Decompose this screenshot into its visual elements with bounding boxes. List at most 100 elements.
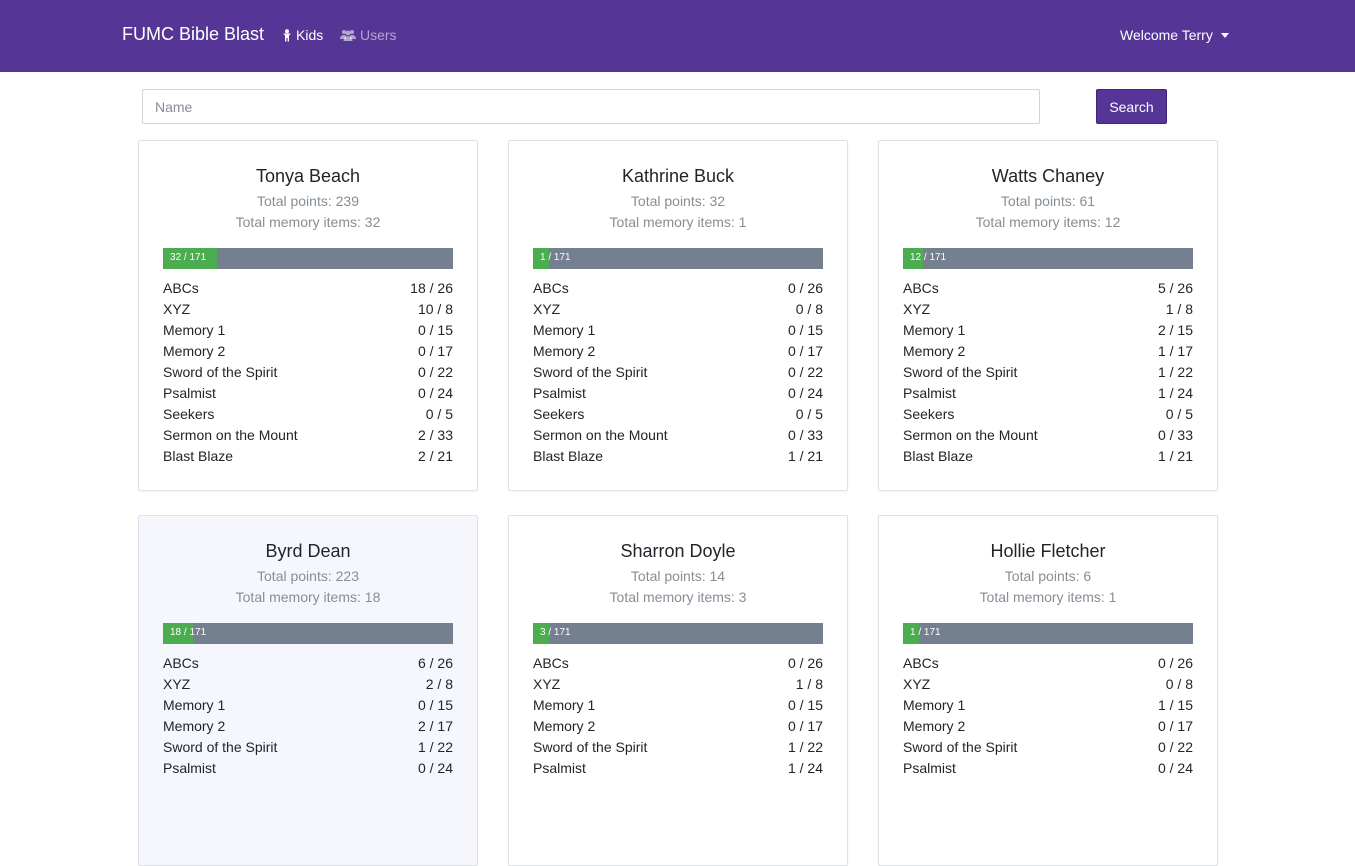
- category-value: 0 / 22: [787, 364, 823, 380]
- user-menu-dropdown[interactable]: Welcome Terry: [1120, 27, 1229, 43]
- total-points: Total points: 32: [630, 193, 726, 209]
- category-name: Psalmist: [533, 760, 586, 776]
- kid-name: Watts Chaney: [991, 166, 1105, 186]
- kid-card[interactable]: Byrd Dean Total points: 223 Total memory i…: [138, 515, 478, 866]
- kid-name: Sharron Doyle: [620, 541, 736, 561]
- progress-label: 3 / 171: [540, 627, 571, 638]
- category-list: ABCs 0 / 26 XYZ 0 / 8 Memory 1 0 / 15 Memory 2…: [533, 280, 823, 469]
- category-value: 0 / 24: [787, 385, 823, 401]
- top-navbar: FUMC Bible Blast Kids Users Welcome Terr…: [0, 0, 1355, 72]
- category-name: Seekers: [903, 406, 955, 422]
- category-row: XYZ 2 / 8: [163, 676, 453, 697]
- category-name: Memory 1: [903, 322, 966, 338]
- progress-label: 32 / 171: [170, 252, 207, 263]
- total-memory-items: Total memory items: 32: [235, 214, 381, 230]
- search-input[interactable]: [142, 89, 1040, 124]
- category-value: 6 / 26: [417, 655, 453, 671]
- nav-kids-label: Kids: [296, 27, 324, 43]
- category-row: Memory 2 1 / 17: [903, 343, 1193, 364]
- category-name: Memory 1: [903, 697, 966, 713]
- nav-users-link[interactable]: Users: [340, 27, 397, 43]
- category-value: 0 / 24: [417, 385, 453, 401]
- category-row: Blast Blaze 2 / 21: [163, 448, 453, 469]
- category-list: ABCs 18 / 26 XYZ 10 / 8 Memory 10 / 15 Memory…: [163, 280, 453, 469]
- kid-name: Hollie Fletcher: [990, 541, 1106, 561]
- category-row: Sword of the Spirit 0 / 22: [163, 364, 453, 385]
- category-value: 0 / 26: [787, 655, 823, 671]
- category-name: Memory 1: [163, 322, 226, 338]
- category-row: Memory 2 0 / 17: [533, 718, 823, 739]
- kid-card[interactable]: Kathrine Buck Total points: 32 Total memor…: [508, 140, 848, 491]
- category-name: Psalmist: [903, 385, 956, 401]
- category-row: Sword of the Spirit 0 / 22: [903, 739, 1193, 760]
- progress-label: 1 / 171: [910, 627, 941, 638]
- category-name: Seekers: [163, 406, 215, 422]
- category-name: ABCs: [163, 655, 199, 671]
- progress-bar: 1 / 171: [903, 623, 1193, 644]
- category-name: Sword of the Spirit: [533, 364, 648, 380]
- kid-card[interactable]: Hollie Fletcher Total points: 6 Total memo…: [878, 515, 1218, 866]
- category-row: Memory 1 0 / 15: [533, 697, 823, 718]
- category-value: 0 / 17: [417, 343, 453, 359]
- category-name: ABCs: [533, 280, 569, 296]
- category-value: 1 / 8: [795, 676, 823, 692]
- category-name: XYZ: [533, 301, 561, 317]
- category-list: ABCs 6 / 26 XYZ 2 / 8 Memory 1 0 / 15 Memory 2…: [163, 655, 453, 781]
- progress-label: 18 / 171: [170, 627, 207, 638]
- progress-bar: 32 / 171: [163, 248, 453, 269]
- total-memory-items: Total memory items: 12: [975, 214, 1121, 230]
- category-row: XYZ 1 / 8: [903, 301, 1193, 322]
- category-row: Psalmist 0 / 24: [903, 760, 1193, 781]
- category-row: XYZ 0 / 8: [903, 676, 1193, 697]
- category-value: 1 / 8: [1165, 301, 1193, 317]
- category-row: Psalmist 1 / 24: [533, 760, 823, 781]
- category-row: Memory 2 2 / 17: [163, 718, 453, 739]
- category-value: 2 / 21: [417, 448, 453, 464]
- category-name: Sermon on the Mount: [533, 427, 668, 443]
- chevron-down-icon: [1220, 32, 1229, 38]
- category-value: 1 / 17: [1157, 343, 1193, 359]
- category-value: 0 / 15: [787, 322, 823, 338]
- category-value: 0 / 15: [787, 697, 823, 713]
- category-name: Blast Blaze: [533, 448, 604, 464]
- category-value: 18 / 26: [410, 280, 453, 296]
- category-value: 0 / 5: [1165, 406, 1193, 422]
- category-name: XYZ: [903, 676, 931, 692]
- category-value: 0 / 33: [787, 427, 823, 443]
- category-name: Blast Blaze: [903, 448, 974, 464]
- category-name: Memory 1: [163, 697, 226, 713]
- category-row: Sermon on the Mount 2 / 33: [163, 427, 453, 448]
- category-value: 0 / 5: [795, 406, 823, 422]
- category-row: Memory 2 0 / 17: [533, 343, 823, 364]
- search-button[interactable]: Search: [1096, 89, 1167, 124]
- category-name: Sword of the Spirit: [163, 739, 278, 755]
- category-row: ABCs 5 / 26: [903, 280, 1193, 301]
- category-name: Sword of the Spirit: [903, 364, 1018, 380]
- category-row: Sword of the Spirit 1 / 22: [533, 739, 823, 760]
- category-value: 0 / 22: [417, 364, 453, 380]
- category-row: Psalmist 0 / 24: [163, 760, 453, 781]
- category-row: Sermon on the Mount 0 / 33: [903, 427, 1193, 448]
- child-icon: [283, 28, 291, 41]
- category-name: Memory 2: [163, 343, 226, 359]
- category-value: 5 / 26: [1157, 280, 1193, 296]
- category-row: ABCs 0 / 26: [533, 655, 823, 676]
- kid-card[interactable]: Sharron Doyle Total points: 14 Total memor…: [508, 515, 848, 866]
- kid-card[interactable]: Tonya Beach Total points: 239 Total memory…: [138, 140, 478, 491]
- category-name: Sword of the Spirit: [533, 739, 648, 755]
- category-value: 0 / 17: [1157, 718, 1193, 734]
- total-memory-items: Total memory items: 1: [979, 589, 1117, 605]
- category-name: Seekers: [533, 406, 585, 422]
- category-row: Psalmist 0 / 24: [163, 385, 453, 406]
- category-name: XYZ: [163, 676, 191, 692]
- category-name: Sermon on the Mount: [903, 427, 1038, 443]
- category-value: 0 / 17: [787, 343, 823, 359]
- kid-card[interactable]: Watts Chaney Total points: 61 Total memory…: [878, 140, 1218, 491]
- category-row: Memory 1 1 / 15: [903, 697, 1193, 718]
- category-value: 0 / 15: [417, 322, 453, 338]
- nav-kids-link[interactable]: Kids: [282, 27, 323, 43]
- category-row: XYZ 10 / 8: [163, 301, 453, 322]
- category-row: Seekers 0 / 5: [903, 406, 1193, 427]
- category-value: 0 / 5: [425, 406, 453, 422]
- brand-link[interactable]: FUMC Bible Blast: [122, 24, 264, 45]
